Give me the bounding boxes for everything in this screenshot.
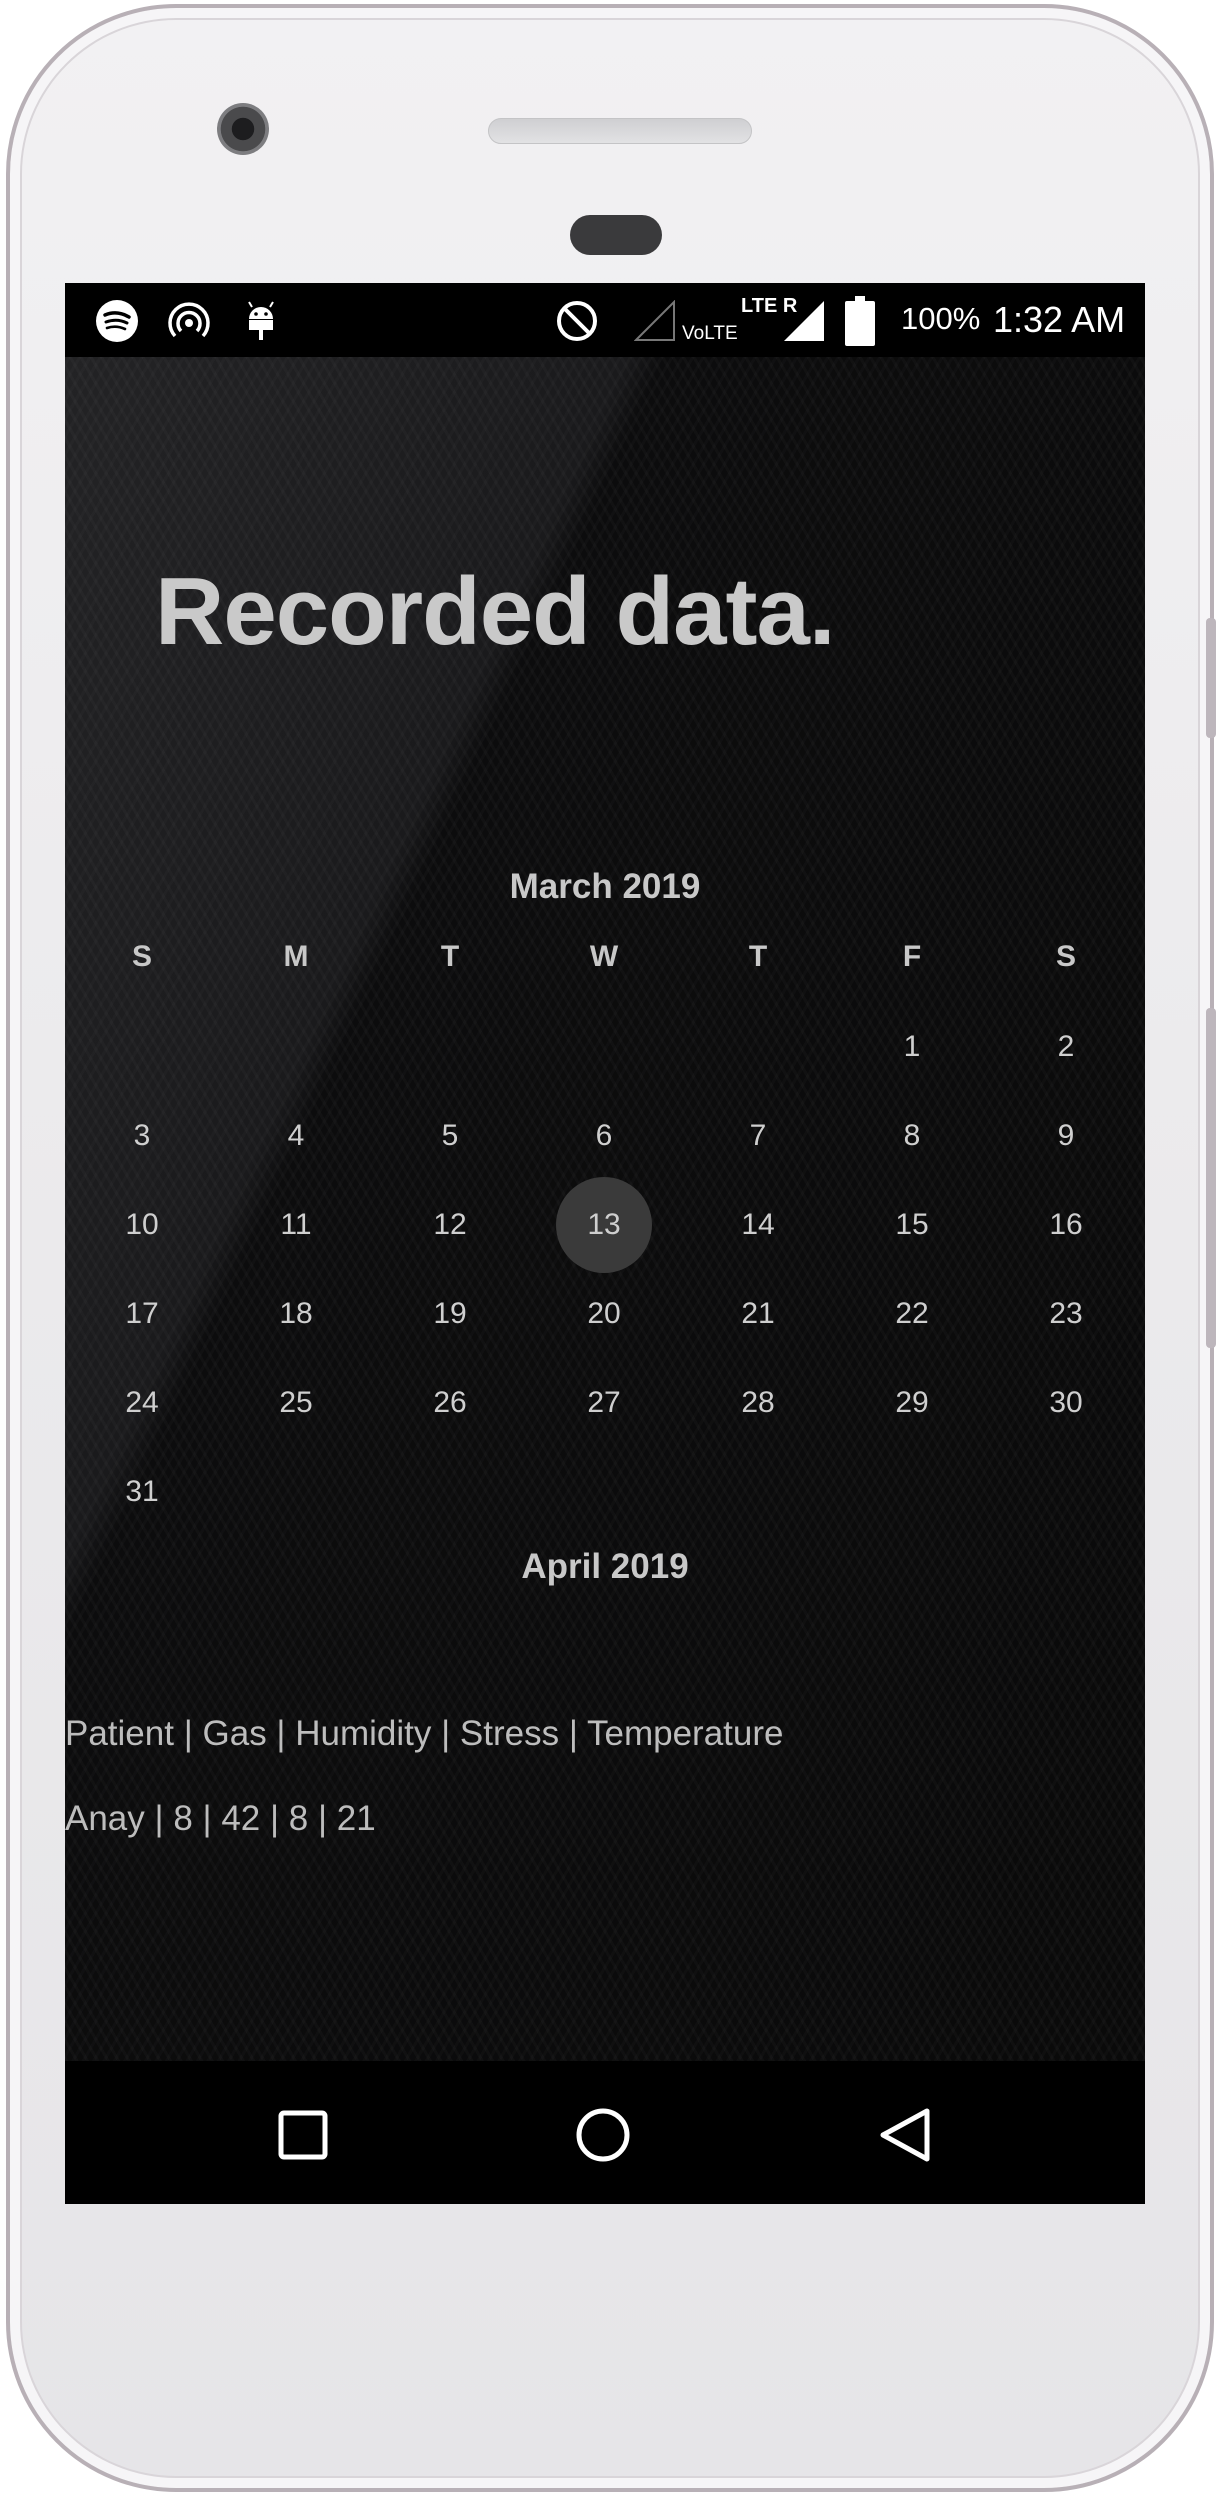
- calendar-month-title: March 2019: [509, 867, 701, 906]
- android-debug-icon: [241, 297, 281, 345]
- status-bar: VoLTE LTE R 100% 1:32 AM: [65, 283, 1145, 357]
- weekday-header: S: [131, 940, 152, 973]
- hotspot-icon: [165, 297, 213, 345]
- earpiece-speaker: [488, 118, 752, 144]
- volume-button: [1206, 1008, 1216, 1348]
- records-header: Patient | Gas | Humidity | Stress | Temp…: [65, 1714, 784, 1753]
- page-title: Recorded data.: [155, 558, 836, 665]
- recents-square-icon[interactable]: [275, 2107, 331, 2163]
- front-camera: [217, 103, 269, 155]
- calendar-day[interactable]: 19: [400, 1297, 500, 1331]
- calendar-day[interactable]: 13: [554, 1208, 654, 1242]
- calendar-day[interactable]: 31: [92, 1475, 192, 1509]
- calendar-day[interactable]: 27: [554, 1386, 654, 1420]
- calendar-day[interactable]: 25: [246, 1386, 346, 1420]
- weekday-header: T: [440, 940, 460, 973]
- calendar-day[interactable]: 23: [1016, 1297, 1116, 1331]
- weekday-header: F: [902, 940, 922, 973]
- spotify-icon: [93, 297, 141, 345]
- calendar-day[interactable]: 28: [708, 1386, 808, 1420]
- calendar-day[interactable]: 30: [1016, 1386, 1116, 1420]
- signal-full-icon: [781, 297, 827, 345]
- calendar-day[interactable]: 11: [246, 1208, 346, 1242]
- calendar-day[interactable]: 1: [862, 1030, 962, 1064]
- power-button: [1206, 618, 1216, 738]
- calendar-day[interactable]: 12: [400, 1208, 500, 1242]
- calendar-day[interactable]: 7: [708, 1119, 808, 1153]
- back-triangle-icon[interactable]: [877, 2107, 933, 2163]
- signal-empty-icon: [633, 297, 677, 345]
- app-content: Recorded data. March 2019 SMTWTFS1234567…: [65, 357, 1145, 2061]
- proximity-sensor: [570, 215, 662, 255]
- clock: 1:32 AM: [993, 299, 1126, 340]
- calendar-day[interactable]: 29: [862, 1386, 962, 1420]
- calendar-day[interactable]: 18: [246, 1297, 346, 1331]
- calendar-day[interactable]: 6: [554, 1119, 654, 1153]
- screen: VoLTE LTE R 100% 1:32 AM Recorded data. …: [65, 283, 1145, 2204]
- calendar-day[interactable]: 24: [92, 1386, 192, 1420]
- calendar-day[interactable]: 9: [1016, 1119, 1116, 1153]
- weekday-header: T: [748, 940, 768, 973]
- calendar-next-month-title: April 2019: [521, 1547, 689, 1586]
- battery-percentage: 100%: [901, 301, 981, 336]
- navigation-bar: [65, 2061, 1145, 2204]
- volte-label: VoLTE: [682, 323, 738, 344]
- calendar-day[interactable]: 4: [246, 1119, 346, 1153]
- calendar-day[interactable]: 8: [862, 1119, 962, 1153]
- calendar-day[interactable]: 2: [1016, 1030, 1116, 1064]
- calendar-day[interactable]: 16: [1016, 1208, 1116, 1242]
- calendar-day[interactable]: 5: [400, 1119, 500, 1153]
- calendar-day[interactable]: 20: [554, 1297, 654, 1331]
- weekday-header: M: [283, 940, 309, 973]
- battery-icon: [843, 296, 877, 346]
- home-circle-icon[interactable]: [575, 2107, 631, 2163]
- weekday-header: S: [1055, 940, 1076, 973]
- weekday-header: W: [589, 940, 619, 973]
- calendar-day[interactable]: 21: [708, 1297, 808, 1331]
- calendar-day[interactable]: 14: [708, 1208, 808, 1242]
- calendar-day[interactable]: 22: [862, 1297, 962, 1331]
- calendar-day[interactable]: 10: [92, 1208, 192, 1242]
- calendar-day[interactable]: 3: [92, 1119, 192, 1153]
- record-row: Anay | 8 | 42 | 8 | 21: [65, 1799, 376, 1838]
- calendar-day[interactable]: 15: [862, 1208, 962, 1242]
- calendar-day[interactable]: 26: [400, 1386, 500, 1420]
- calendar-day[interactable]: 17: [92, 1297, 192, 1331]
- do-not-disturb-icon: [553, 297, 601, 345]
